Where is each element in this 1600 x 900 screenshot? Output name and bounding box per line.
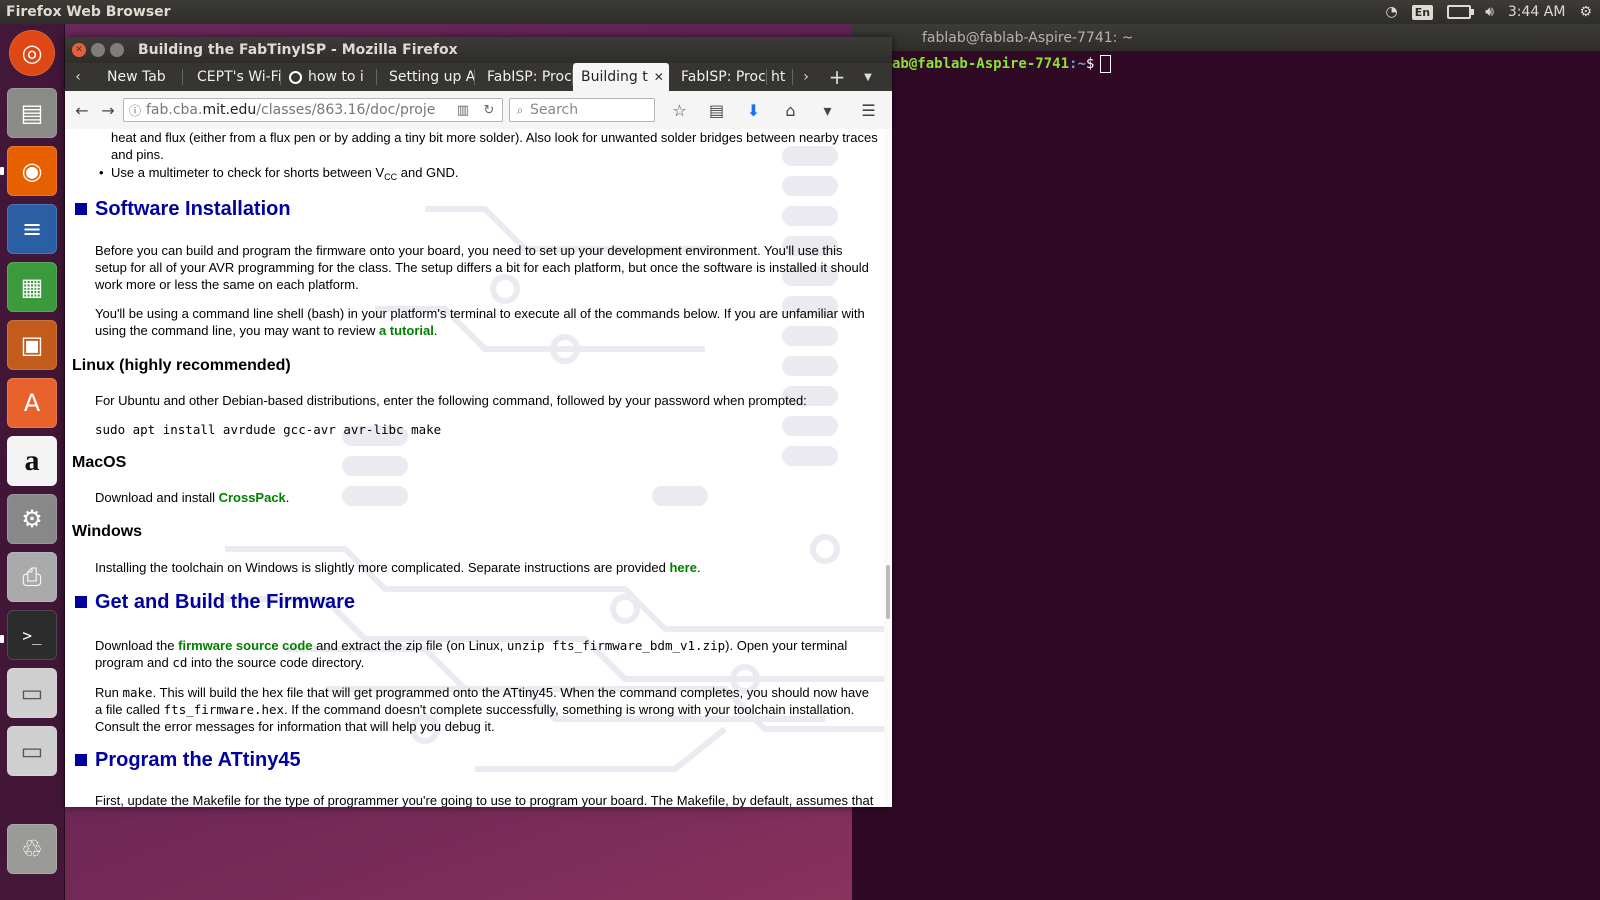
heading-windows: Windows [72, 523, 143, 540]
tab-building-active[interactable]: Building t ✕ [573, 63, 669, 91]
heading-macos: MacOS [72, 454, 127, 471]
terminal-title: fablab@fablab-Aspire-7741: ~ [852, 24, 1600, 51]
crosspack-link[interactable]: CrossPack [219, 490, 286, 505]
intro-text: heat and flux (either from a flux pen or… [111, 130, 878, 162]
tab-new-tab[interactable]: New Tab [91, 63, 183, 91]
scrollbar-thumb[interactable] [886, 565, 890, 619]
pocket-icon[interactable]: ▾ [809, 101, 846, 120]
running-indicator [0, 167, 4, 175]
amazon-icon[interactable]: a [7, 436, 57, 486]
url-text[interactable]: fab.cba.mit.edu/classes/863.16/doc/proje [146, 102, 450, 118]
paragraph-firmware: Download the firmware source code and ex… [95, 638, 848, 670]
running-indicator [0, 635, 4, 643]
heading-get-build-firmware: Get and Build the Firmware [95, 591, 356, 613]
tab-cept-wifi[interactable]: CEPT's Wi-Fi [183, 63, 281, 91]
page-content: heat and flux (either from a flux pen or… [65, 129, 884, 807]
new-tab-plus-icon[interactable]: + [819, 63, 855, 91]
page-scrollbar[interactable] [884, 129, 892, 807]
tutorial-link[interactable]: a tutorial [379, 323, 434, 338]
terminal-cursor [1100, 55, 1112, 73]
terminal-window[interactable]: fablab@fablab-Aspire-7741: ~ ab@fablab-A… [852, 24, 1600, 900]
tab-how-to[interactable]: how to i [281, 63, 377, 91]
site-info-icon[interactable]: ⓘ [124, 102, 146, 119]
firmware-source-link[interactable]: firmware source code [178, 638, 312, 653]
tab-ht[interactable]: ht [767, 63, 793, 91]
search-icon: ⌕ [516, 102, 524, 117]
minimize-window-button[interactable] [91, 43, 105, 57]
files-icon[interactable]: ▤ [7, 88, 57, 138]
downloads-icon[interactable]: ⬇ [735, 101, 772, 120]
bookmark-star-icon[interactable]: ☆ [661, 101, 698, 120]
terminal-prompt[interactable]: ab@fablab-Aspire-7741:~$ [852, 51, 1600, 73]
search-input[interactable]: ⌕ Search [509, 98, 655, 122]
paragraph-macos: Download and install CrossPack. [95, 490, 290, 505]
tab-scroll-left-button[interactable]: ‹ [65, 63, 91, 91]
navigation-toolbar: ← → ⓘ fab.cba.mit.edu/classes/863.16/doc… [65, 91, 892, 130]
code-linux-install: sudo apt install avrdude gcc-avr avr-lib… [95, 422, 442, 437]
printer-icon[interactable]: ⎙ [7, 552, 57, 602]
reading-list-icon[interactable]: ▤ [698, 101, 735, 120]
windows-instructions-link[interactable]: here [669, 560, 696, 575]
clock[interactable]: 3:44 AM [1508, 4, 1566, 20]
calc-icon[interactable]: ▦ [7, 262, 57, 312]
gear-icon[interactable]: ⚙ [1579, 4, 1592, 20]
paragraph-software: Before you can build and program the fir… [95, 243, 869, 292]
reader-view-icon[interactable]: ▥ [450, 103, 476, 118]
tab-setting-up[interactable]: Setting up A [377, 63, 475, 91]
keyboard-layout-indicator[interactable]: En [1411, 4, 1434, 20]
tab-list-chevron-down-icon[interactable]: ▼ [855, 63, 881, 91]
google-icon [289, 70, 302, 84]
maximize-window-button[interactable] [110, 43, 124, 57]
tab-bar: ‹ New Tab CEPT's Wi-Fi how to i Setting … [65, 63, 892, 91]
tab-fabisp-2[interactable]: FabISP: Proc [669, 63, 767, 91]
reload-icon[interactable]: ↻ [476, 103, 502, 118]
close-tab-icon[interactable]: ✕ [654, 70, 664, 84]
window-titlebar: ✕ Building the FabTinyISP - Mozilla Fire… [65, 37, 892, 63]
heading-bullet-icon [75, 596, 87, 608]
heading-bullet-icon [75, 754, 87, 766]
tab-fabisp-1[interactable]: FabISP: Proc [475, 63, 573, 91]
wifi-icon[interactable]: ◔ [1385, 4, 1397, 20]
software-center-icon[interactable]: A [7, 378, 57, 428]
home-icon[interactable]: ⌂ [772, 101, 809, 120]
forward-arrow-icon[interactable]: → [95, 101, 121, 120]
heading-bullet-icon [75, 203, 87, 215]
back-arrow-icon[interactable]: ← [69, 101, 95, 120]
paragraph-windows: Installing the toolchain on Windows is s… [95, 560, 701, 575]
volume-icon[interactable]: 🔊︎ [1485, 4, 1494, 20]
terminal-icon[interactable]: >_ [7, 610, 57, 660]
paragraph-program: First, update the Makefile for the type … [95, 793, 874, 807]
firefox-window: ✕ Building the FabTinyISP - Mozilla Fire… [65, 37, 892, 807]
active-app-title: Firefox Web Browser [6, 4, 171, 20]
launcher: ◎ ▤ ◉ ≡ ▦ ▣ A a ⚙ ⎙ >_ ▭ ▭ ♲ [0, 24, 65, 900]
heading-program-attiny45: Program the ATtiny45 [95, 749, 301, 771]
tab-scroll-right-button[interactable]: › [793, 63, 819, 91]
trash-icon[interactable]: ♲ [7, 824, 57, 874]
paragraph-linux: For Ubuntu and other Debian-based distri… [95, 393, 807, 408]
close-window-button[interactable]: ✕ [72, 43, 86, 57]
disk-icon[interactable]: ▭ [7, 726, 57, 776]
url-bar[interactable]: ⓘ fab.cba.mit.edu/classes/863.16/doc/pro… [123, 98, 503, 122]
writer-icon[interactable]: ≡ [7, 204, 57, 254]
list-item: Use a multimeter to check for shorts bet… [99, 164, 459, 186]
system-settings-icon[interactable]: ⚙ [7, 494, 57, 544]
system-tray: ◔ En 🔊︎ 3:44 AM ⚙ [1385, 0, 1600, 24]
top-panel: Firefox Web Browser ◔ En 🔊︎ 3:44 AM ⚙ [0, 0, 1600, 24]
heading-linux: Linux (highly recommended) [72, 357, 291, 374]
impress-icon[interactable]: ▣ [7, 320, 57, 370]
battery-icon[interactable] [1447, 5, 1475, 19]
ubuntu-logo-icon[interactable]: ◎ [9, 30, 55, 76]
paragraph-make: Run make. This will build the hex file t… [95, 685, 869, 734]
disk-icon[interactable]: ▭ [7, 668, 57, 718]
heading-software-installation: Software Installation [95, 198, 291, 220]
menu-hamburger-icon[interactable]: ☰ [850, 101, 887, 120]
firefox-icon[interactable]: ◉ [7, 146, 57, 196]
paragraph-shell: You'll be using a command line shell (ba… [95, 306, 865, 338]
window-title: Building the FabTinyISP - Mozilla Firefo… [138, 42, 458, 58]
